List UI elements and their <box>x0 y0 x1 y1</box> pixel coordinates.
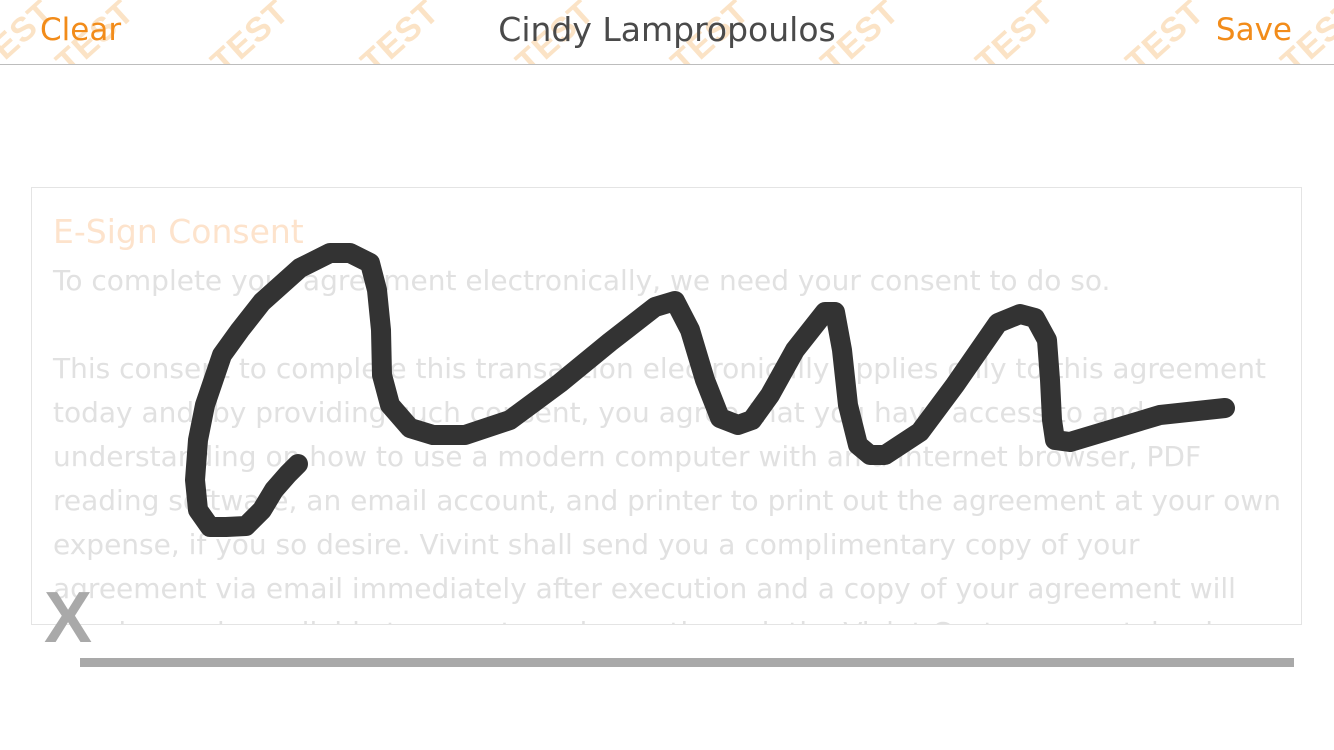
signature-stroke <box>185 243 1235 537</box>
signature-line <box>80 658 1294 667</box>
signature-x-mark: X <box>44 578 93 658</box>
signature-pad[interactable] <box>0 0 1334 750</box>
